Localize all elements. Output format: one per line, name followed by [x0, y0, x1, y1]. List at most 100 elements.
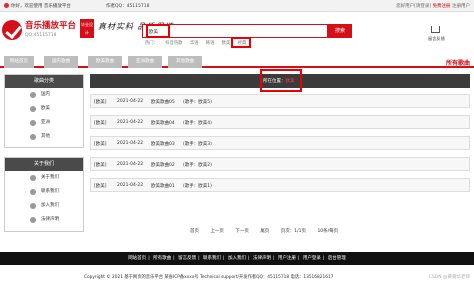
list-item[interactable]: [欧美] 2021-04-22 欧美歌曲03 (歌手：欧美3) — [90, 136, 470, 150]
document-icon — [30, 217, 36, 223]
sidebar-item-label: 欧美 — [41, 106, 50, 111]
song-title[interactable]: 欧美歌曲02 — [151, 162, 175, 168]
copyright-text: Copyright © 2021 基于网页的音乐平台 某省ICP备xxxx号 T… — [84, 275, 334, 280]
song-list-panel: 所在位置：欧美 [欧美] 2021-04-22 欧美歌曲05 (歌手：欧美5) … — [90, 69, 470, 238]
hotword-item[interactable]: 华语 — [190, 41, 199, 46]
sidebar-item-label: 加入我们 — [41, 203, 59, 208]
song-tag: [欧美] — [94, 184, 107, 189]
category-sidebar: 歌曲分类 国内 欧美 亚洲 其他 — [4, 74, 84, 148]
sidebar-item-label: 关于我们 — [41, 175, 59, 180]
hotword-item[interactable]: 韩语 — [206, 41, 215, 46]
sidebar-item-join[interactable]: 加入我们 — [5, 199, 83, 213]
footer-link[interactable]: 加入我们 — [228, 256, 246, 261]
nav-home[interactable]: 网站首页 — [4, 56, 34, 68]
login-link[interactable]: 您好用户[请登录] — [396, 4, 431, 9]
sidebar-item-label: 其他 — [41, 134, 50, 139]
song-date: 2021-04-22 — [117, 120, 144, 125]
sidebar-item-label: 联系我们 — [41, 189, 59, 194]
pagination: 首页 上一页 下一页 尾页 页次：1/1页 10条/每页 — [190, 228, 348, 234]
song-title[interactable]: 欧美歌曲03 — [151, 141, 175, 147]
sidebar-item-label: 亚洲 — [41, 120, 50, 125]
sidebar-item-label: 法律声明 — [41, 217, 59, 222]
search-highlight-box — [146, 24, 170, 38]
prev-page-link[interactable]: 上一页 — [210, 229, 224, 234]
song-title[interactable]: 欧美歌曲01 — [151, 183, 175, 189]
author-qq: 作者QQ：45115718 — [106, 4, 150, 9]
welcome-label: 你好，欢迎使用 音乐播放平台 — [11, 4, 71, 9]
user-icon — [4, 3, 9, 8]
nav-other[interactable]: 其他歌曲 — [168, 56, 202, 68]
list-item[interactable]: [欧美] 2021-04-22 欧美歌曲01 (歌手：欧美1) — [90, 178, 470, 192]
footer-link[interactable]: 法律声明 — [253, 256, 271, 261]
list-item[interactable]: [欧美] 2021-04-22 欧美歌曲05 (歌手：欧美5) — [90, 94, 470, 108]
hotword-item[interactable]: 欧美 — [222, 41, 231, 46]
sidebar-item-contact[interactable]: 联系我们 — [5, 185, 83, 199]
bullet-icon — [30, 106, 36, 112]
feedback-icon[interactable] — [431, 26, 440, 33]
user-add-icon — [30, 203, 36, 209]
feedback-label[interactable]: 留言反馈 — [428, 36, 445, 42]
sidebar-item-asian[interactable]: 亚洲 — [5, 116, 83, 130]
song-tag: [欧美] — [94, 163, 107, 168]
welcome-text: 你好，欢迎使用 音乐播放平台 — [4, 3, 71, 9]
next-page-link[interactable]: 下一页 — [235, 229, 249, 234]
breadcrumb-highlight-box — [260, 69, 302, 92]
nav-domestic[interactable]: 国内歌曲 — [44, 56, 78, 68]
main-nav: 网站首页 国内歌曲 欧美歌曲 亚洲歌曲 其他歌曲 — [0, 56, 474, 68]
account-links: 您好用户[请登录] 免费注册 注册用户 — [396, 3, 470, 9]
list-item[interactable]: [欧美] 2021-04-22 欧美歌曲02 (歌手：欧美2) — [90, 157, 470, 171]
logo-tag: 毕业设计 — [80, 19, 94, 38]
footer-link[interactable]: 联系我们 — [203, 256, 221, 261]
song-singer: (歌手：欧美1) — [183, 184, 212, 189]
hotword-item[interactable]: 抖音热歌 — [165, 41, 182, 46]
footer-link[interactable]: 网站首页 — [128, 256, 146, 261]
logo-icon[interactable] — [2, 20, 22, 40]
search-button[interactable]: 搜索 — [328, 24, 352, 38]
sidebar-item-label: 国内 — [41, 92, 50, 97]
logo-title[interactable]: 音乐播放平台 — [25, 19, 76, 31]
about-title: 关于我们 — [5, 158, 83, 171]
footer-link[interactable]: 留言反馈 — [178, 256, 196, 261]
footer-link[interactable]: 用户注册 — [278, 256, 296, 261]
song-tag: [欧美] — [94, 100, 107, 105]
footer-link[interactable]: 所有歌曲 — [153, 256, 171, 261]
sidebar-item-about[interactable]: 关于我们 — [5, 171, 83, 185]
song-date: 2021-04-22 — [117, 141, 144, 146]
sidebar-item-western[interactable]: 欧美 — [5, 102, 83, 116]
song-singer: (歌手：欧美4) — [183, 121, 212, 126]
sidebar-item-legal[interactable]: 法律声明 — [5, 213, 83, 227]
page-size-info: 10条/每页 — [317, 229, 339, 234]
hotword-highlight-box — [231, 37, 251, 48]
song-singer: (歌手：欧美3) — [183, 142, 212, 147]
last-page-link[interactable]: 尾页 — [260, 229, 269, 234]
about-sidebar: 关于我们 关于我们 联系我们 加入我们 法律声明 — [4, 157, 84, 232]
top-bar: 你好，欢迎使用 音乐播放平台 作者QQ：45115718 您好用户[请登录] 免… — [0, 0, 474, 12]
footer-nav: 网站首页 | 所有歌曲 | 留言反馈 | 联系我们 | 加入我们 | 法律声明 | 用户注册… — [0, 252, 474, 265]
list-item[interactable]: [欧美] 2021-04-22 欧美歌曲04 (歌手：欧美4) — [90, 115, 470, 129]
phone-icon — [30, 189, 36, 195]
footer-link[interactable]: 用户登录 — [303, 256, 321, 261]
sidebar-item-other[interactable]: 其他 — [5, 130, 83, 144]
nav-western[interactable]: 欧美歌曲 — [88, 56, 122, 68]
watermark: CSDN @黄菊华老师 — [428, 275, 470, 280]
logo-qq: QQ:45115718 — [25, 33, 57, 38]
song-singer: (歌手：欧美5) — [183, 100, 212, 105]
user-register-link[interactable]: 注册用户 — [452, 4, 470, 9]
category-title: 歌曲分类 — [5, 75, 83, 88]
song-date: 2021-04-22 — [117, 99, 144, 104]
sidebar-item-domestic[interactable]: 国内 — [5, 88, 83, 102]
song-title[interactable]: 欧美歌曲04 — [151, 120, 175, 126]
register-link[interactable]: 免费注册 — [433, 4, 451, 9]
nav-asian[interactable]: 亚洲歌曲 — [128, 56, 162, 68]
song-tag: [欧美] — [94, 121, 107, 126]
footer-link[interactable]: 后台管理 — [328, 256, 346, 261]
song-title[interactable]: 欧美歌曲05 — [151, 99, 175, 105]
bullet-icon — [30, 134, 36, 140]
info-icon — [30, 175, 36, 181]
all-songs-link[interactable]: 所有歌曲 — [446, 58, 470, 67]
first-page-link[interactable]: 首页 — [190, 229, 199, 234]
page-info: 页次：1/1页 — [280, 229, 306, 234]
song-singer: (歌手：欧美2) — [183, 163, 212, 168]
song-date: 2021-04-22 — [117, 183, 144, 188]
bullet-icon — [30, 92, 36, 98]
